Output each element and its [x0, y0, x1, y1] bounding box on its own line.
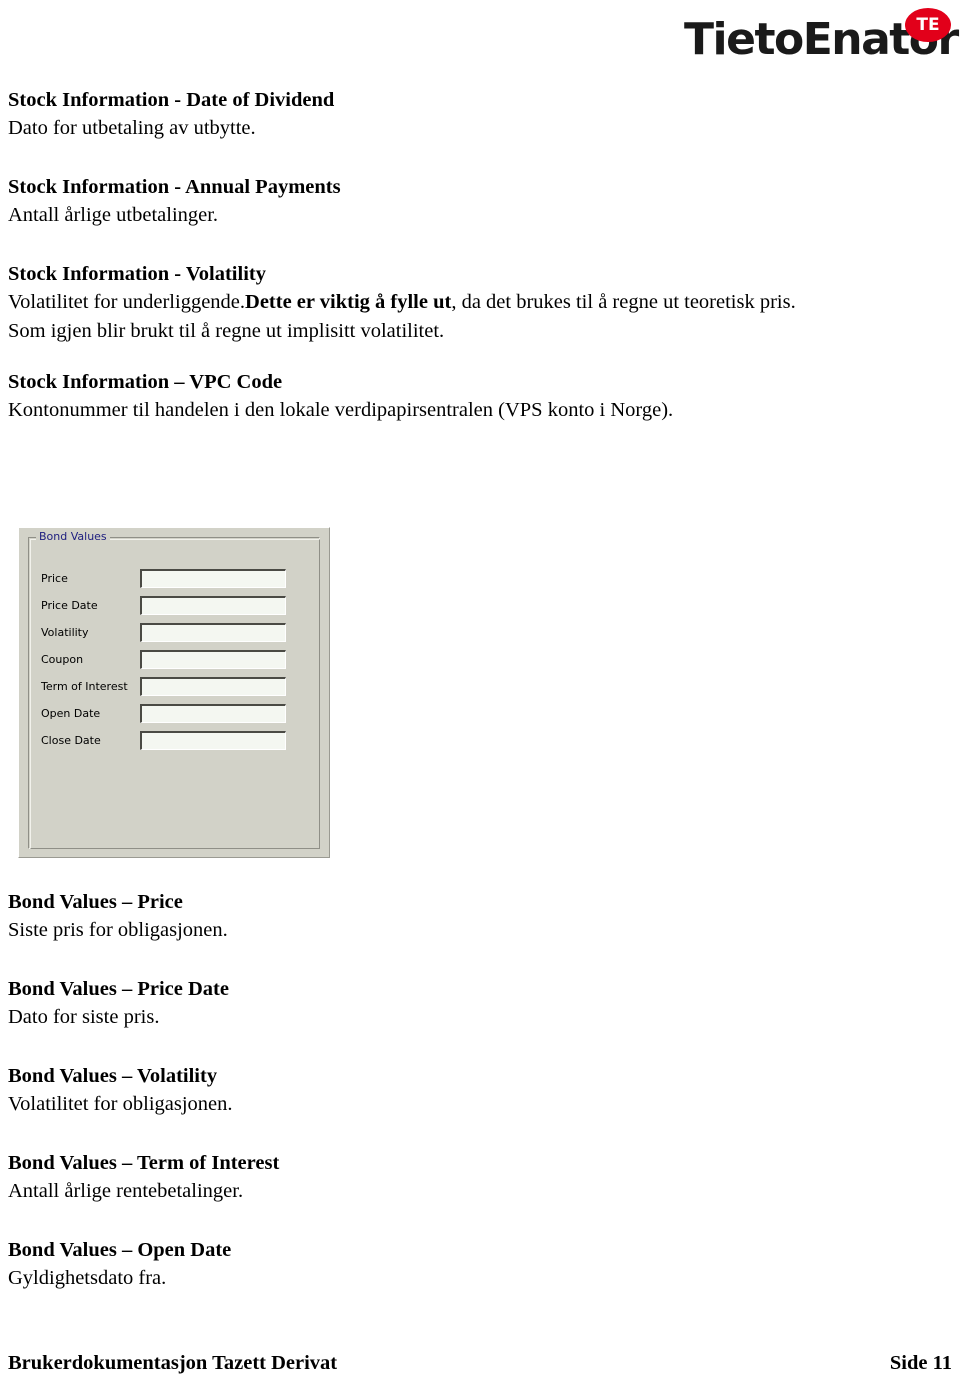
section-bond-open-date: Bond Values – Open Date Gyldighetsdato f…: [8, 1236, 938, 1293]
section-body: Siste pris for obligasjonen.: [8, 919, 228, 941]
section-heading: Bond Values – Price Date: [8, 978, 229, 1000]
field-row-open-date: Open Date: [29, 704, 319, 726]
logo-badge-label: TE: [916, 15, 940, 35]
section-annual-payments: Stock Information - Annual Payments Anta…: [8, 173, 938, 230]
open-date-input[interactable]: [140, 704, 286, 723]
body-rest: , da det brukes til å regne ut teoretisk…: [451, 291, 796, 313]
section-body: Kontonummer til handelen i den lokale ve…: [8, 399, 674, 421]
section-bond-volatility: Bond Values – Volatility Volatilitet for…: [8, 1062, 938, 1119]
bond-values-descriptions: Bond Values – Price Siste pris for oblig…: [8, 888, 938, 1293]
close-date-input[interactable]: [140, 731, 286, 750]
footer-page-number: Side 11: [889, 1352, 952, 1374]
section-heading: Stock Information - Date of Dividend: [8, 89, 335, 111]
field-label-close-date: Close Date: [41, 734, 101, 747]
section-body: Dato for utbetaling av utbytte.: [8, 117, 256, 139]
section-body-line2: Som igjen blir brukt til å regne ut impl…: [8, 320, 445, 342]
price-date-input[interactable]: [140, 596, 286, 615]
section-body: Volatilitet for obligasjonen.: [8, 1093, 233, 1115]
section-heading: Bond Values – Volatility: [8, 1065, 218, 1087]
section-volatility: Stock Information - Volatility Volatilit…: [8, 260, 938, 346]
bond-values-groupbox: Bond Values Price Price Date Volatility …: [28, 530, 320, 849]
logo-badge-icon: TE: [905, 8, 951, 42]
section-date-of-dividend: Stock Information - Date of Dividend Dat…: [8, 86, 938, 143]
section-body: Antall årlige utbetalinger.: [8, 204, 219, 226]
field-label-term-of-interest: Term of Interest: [41, 680, 128, 693]
field-row-price-date: Price Date: [29, 596, 319, 618]
page-footer: Brukerdokumentasjon Tazett Derivat Side …: [8, 1352, 952, 1375]
volatility-input[interactable]: [140, 623, 286, 642]
document-body: Stock Information - Date of Dividend Dat…: [8, 86, 938, 425]
body-lead: Volatilitet for underliggende.: [8, 291, 246, 313]
field-label-price-date: Price Date: [41, 599, 98, 612]
section-heading: Stock Information - Annual Payments: [8, 176, 341, 198]
bond-values-dialog: Bond Values Price Price Date Volatility …: [18, 527, 330, 858]
section-body: Dato for siste pris.: [8, 1006, 160, 1028]
field-row-price: Price: [29, 569, 319, 591]
section-body: Volatilitet for underliggende.Dette er v…: [8, 288, 938, 317]
section-heading: Bond Values – Price: [8, 891, 183, 913]
price-input[interactable]: [140, 569, 286, 588]
section-body: Antall årlige rentebetalinger.: [8, 1180, 244, 1202]
field-row-coupon: Coupon: [29, 650, 319, 672]
section-heading: Stock Information – VPC Code: [8, 371, 283, 393]
coupon-input[interactable]: [140, 650, 286, 669]
section-bond-price: Bond Values – Price Siste pris for oblig…: [8, 888, 938, 945]
section-heading: Bond Values – Term of Interest: [8, 1152, 280, 1174]
field-row-close-date: Close Date: [29, 731, 319, 753]
field-label-coupon: Coupon: [41, 653, 84, 666]
field-label-volatility: Volatility: [41, 626, 89, 639]
section-bond-price-date: Bond Values – Price Date Dato for siste …: [8, 975, 938, 1032]
field-row-term-of-interest: Term of Interest: [29, 677, 319, 699]
section-heading: Bond Values – Open Date: [8, 1239, 232, 1261]
section-vpc-code: Stock Information – VPC Code Kontonummer…: [8, 368, 938, 425]
field-row-volatility: Volatility: [29, 623, 319, 645]
footer-document-title: Brukerdokumentasjon Tazett Derivat: [8, 1352, 338, 1374]
term-of-interest-input[interactable]: [140, 677, 286, 696]
section-heading: Stock Information - Volatility: [8, 263, 266, 285]
section-bond-term-of-interest: Bond Values – Term of Interest Antall år…: [8, 1149, 938, 1206]
body-emphasis: Dette er viktig å fylle ut: [245, 291, 452, 313]
groupbox-legend: Bond Values: [36, 530, 110, 543]
field-label-open-date: Open Date: [41, 707, 101, 720]
field-label-price: Price: [41, 572, 68, 585]
tietoenator-logo: TietoEnator TE: [684, 8, 959, 70]
section-body: Gyldighetsdato fra.: [8, 1267, 167, 1289]
